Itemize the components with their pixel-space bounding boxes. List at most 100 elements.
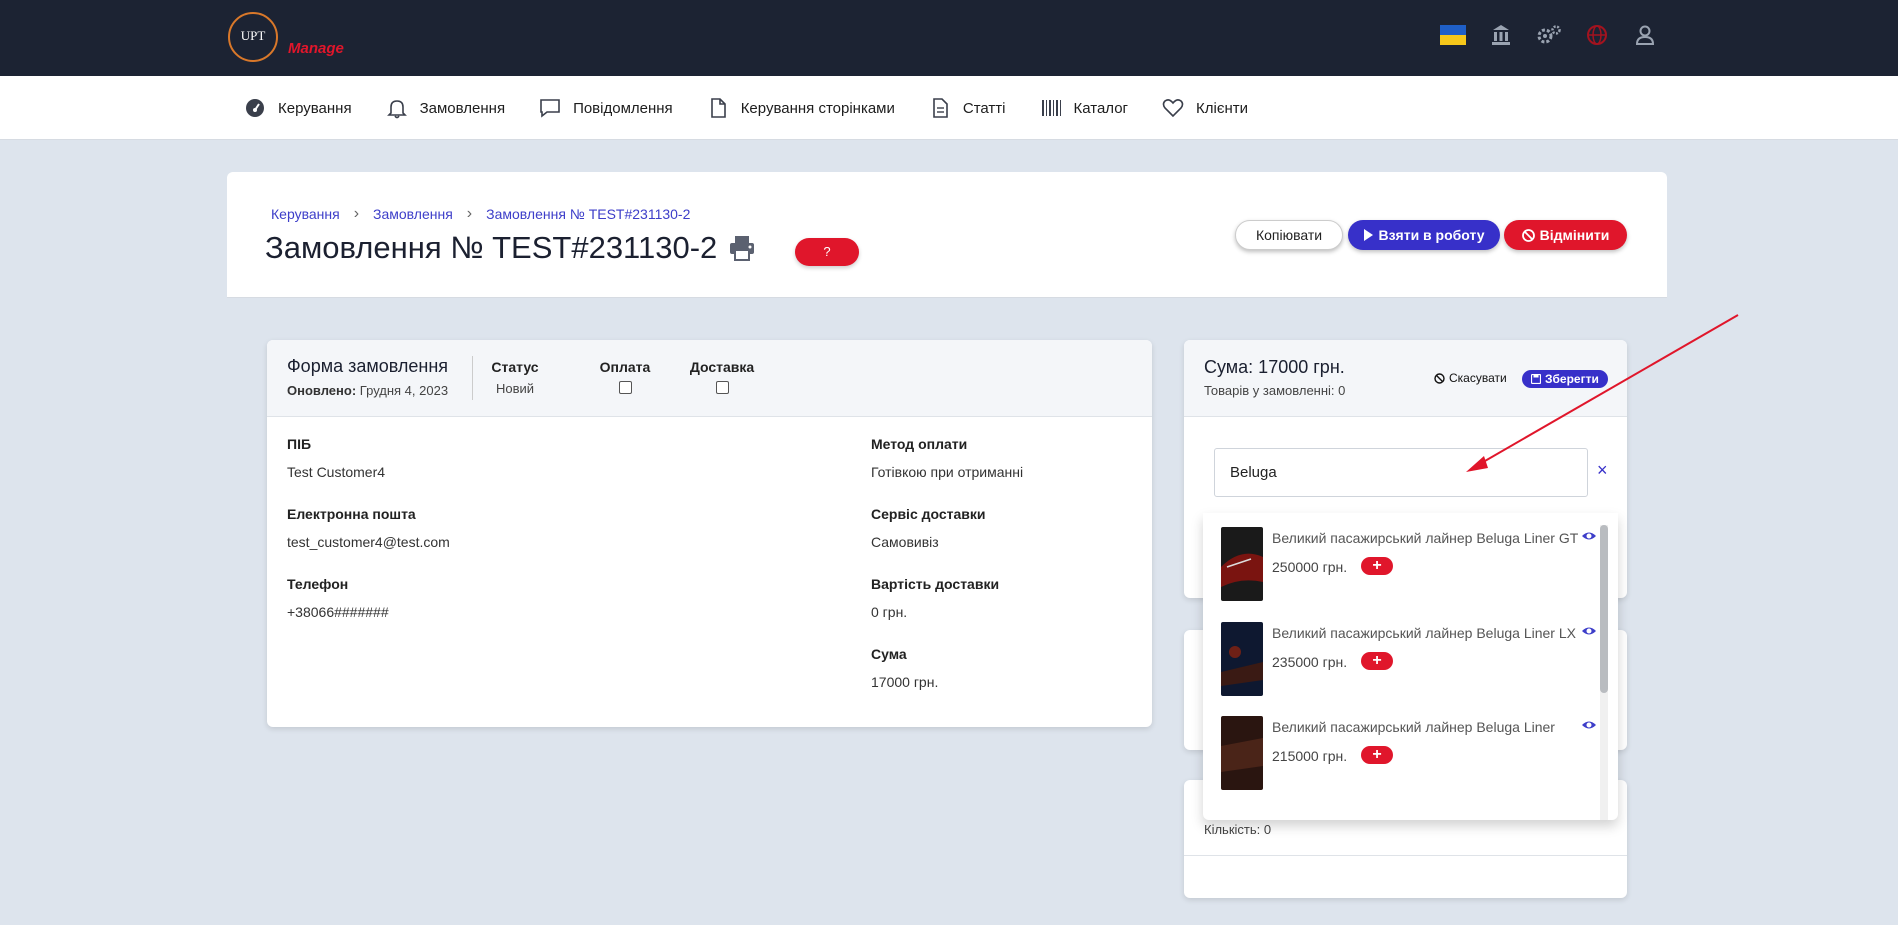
eye-icon[interactable]: [1581, 529, 1597, 543]
bell-icon: [386, 100, 407, 119]
field-value: 17000 грн.: [871, 674, 939, 690]
nav-item-messages[interactable]: Повідомлення: [539, 97, 673, 119]
product-price: 235000 грн.: [1272, 654, 1348, 670]
field-label: Електронна пошта: [287, 506, 416, 522]
nav-item-dashboard[interactable]: Керування: [244, 97, 352, 119]
logo-text: UPT: [240, 28, 266, 43]
search-result-item[interactable]: Великий пасажирський лайнер Beluga Liner…: [1221, 716, 1601, 792]
nav-label: Клієнти: [1196, 99, 1249, 117]
field-value: test_customer4@test.com: [287, 534, 450, 550]
field-value: Test Customer4: [287, 464, 386, 480]
product-thumbnail: [1221, 716, 1263, 790]
top-bar: UPT Manage: [0, 0, 1898, 76]
site-logo[interactable]: UPT: [228, 12, 278, 62]
nav-label: Замовлення: [419, 99, 506, 117]
nav-item-orders[interactable]: Замовлення: [386, 97, 505, 119]
search-result-item[interactable]: Великий пасажирський лайнер Beluga Liner…: [1221, 622, 1601, 698]
add-product-button[interactable]: +: [1361, 746, 1393, 764]
eye-icon[interactable]: [1581, 718, 1597, 732]
language-flag-icon[interactable]: [1440, 22, 1466, 48]
nav-label: Повідомлення: [573, 99, 673, 117]
order-summary-header: Сума: 17000 грн. Товарів у замовленні: 0…: [1184, 340, 1627, 417]
status-value[interactable]: Новий: [485, 381, 545, 396]
field-label: Сервіс доставки: [871, 506, 986, 522]
delivery-column: Доставка: [682, 359, 762, 394]
scrollbar-thumb[interactable]: [1600, 525, 1608, 693]
payment-label: Оплата: [599, 359, 651, 375]
search-result-item[interactable]: Великий пасажирський лайнер Beluga Liner…: [1221, 527, 1601, 603]
nav-item-clients[interactable]: Клієнти: [1162, 97, 1248, 119]
bank-icon[interactable]: [1488, 22, 1514, 48]
payment-column: Оплата: [595, 359, 655, 394]
order-form-card: Форма замовлення Оновлено: Грудня 4, 202…: [267, 340, 1152, 727]
field-pay-method: Метод оплати Готівкою при отриманні: [871, 436, 1023, 480]
add-product-button[interactable]: +: [1361, 557, 1393, 575]
cancel-order-button[interactable]: Відмінити: [1504, 220, 1627, 250]
breadcrumb-link[interactable]: Замовлення № TEST#231130-2: [486, 206, 690, 222]
order-form-header: Форма замовлення Оновлено: Грудня 4, 202…: [267, 340, 1152, 417]
summary-save-button[interactable]: Зберегти: [1522, 370, 1608, 388]
field-label: Сума: [871, 646, 907, 662]
globe-icon[interactable]: [1584, 22, 1610, 48]
copy-label: Копіювати: [1255, 227, 1323, 243]
nav-label: Керування сторінками: [740, 99, 895, 117]
status-column: Статус Новий: [485, 359, 545, 396]
summary-cancel-label: Скасувати: [1449, 371, 1507, 385]
page-title: Замовлення № TEST#231130-2: [265, 230, 757, 266]
save-icon: [1531, 374, 1541, 384]
chevron-right-icon: ›: [466, 205, 473, 222]
summary-cancel-button[interactable]: Скасувати: [1434, 371, 1507, 385]
field-fio: ПІБ Test Customer4: [287, 436, 385, 480]
barcode-icon: [1041, 100, 1061, 116]
breadcrumb-link[interactable]: Замовлення: [373, 206, 453, 222]
copy-button[interactable]: Копіювати: [1235, 220, 1343, 250]
field-delivery-cost: Вартість доставки 0 грн.: [871, 576, 999, 620]
print-icon[interactable]: [727, 233, 757, 263]
quantity-text: Кількість: 0: [1204, 822, 1272, 837]
add-product-button[interactable]: +: [1361, 652, 1393, 670]
nav-item-articles[interactable]: Статті: [929, 97, 1006, 119]
eye-icon[interactable]: [1581, 624, 1597, 638]
field-value: +38066#######: [287, 604, 389, 620]
payment-checkbox[interactable]: [618, 381, 632, 394]
play-icon: [1364, 229, 1374, 241]
logo-manage-label: Manage: [288, 40, 344, 57]
field-label: Вартість доставки: [871, 576, 1000, 592]
product-price: 250000 грн.: [1272, 559, 1348, 575]
cancel-order-label: Відмінити: [1539, 227, 1610, 243]
breadcrumb-link[interactable]: Керування: [271, 206, 340, 222]
search-results-dropdown: Великий пасажирський лайнер Beluga Liner…: [1203, 513, 1618, 820]
summary-title: Сума: 17000 грн.: [1204, 357, 1345, 377]
nav-item-pages[interactable]: Керування сторінками: [707, 97, 895, 119]
user-icon[interactable]: [1632, 22, 1658, 48]
form-updated: Оновлено: Грудня 4, 2023: [287, 383, 448, 398]
settings-icon[interactable]: [1536, 22, 1562, 48]
delivery-checkbox[interactable]: [715, 381, 729, 394]
nav-label: Керування: [278, 99, 352, 117]
status-label: Статус: [491, 359, 539, 375]
help-button[interactable]: ?: [795, 238, 859, 266]
take-to-work-label: Взяти в роботу: [1378, 227, 1485, 243]
updated-label: Оновлено:: [287, 383, 357, 398]
product-name: Великий пасажирський лайнер Beluga Liner…: [1272, 530, 1579, 546]
chevron-right-icon: ›: [353, 205, 360, 222]
summary-save-label: Зберегти: [1545, 372, 1599, 386]
top-icons: [1440, 22, 1658, 48]
field-sum: Сума 17000 грн.: [871, 646, 938, 690]
page-title-text: Замовлення № TEST#231130-2: [265, 230, 718, 265]
clear-search-icon[interactable]: ×: [1597, 460, 1608, 481]
field-phone: Телефон +38066#######: [287, 576, 389, 620]
product-search-input[interactable]: Beluga: [1214, 448, 1588, 497]
field-value: Готівкою при отриманні: [871, 464, 1024, 480]
field-email: Електронна пошта test_customer4@test.com: [287, 506, 450, 550]
divider: [1184, 855, 1627, 856]
take-to-work-button[interactable]: Взяти в роботу: [1348, 220, 1500, 250]
field-label: ПІБ: [287, 436, 312, 452]
nav-item-catalog[interactable]: Каталог: [1040, 97, 1128, 119]
product-price: 215000 грн.: [1272, 748, 1348, 764]
product-thumbnail: [1221, 622, 1263, 696]
main-nav: Керування Замовлення Повідомлення Керува…: [0, 76, 1898, 140]
field-value: 0 грн.: [871, 604, 908, 620]
delivery-label: Доставка: [689, 359, 755, 375]
summary-count: Товарів у замовленні: 0: [1204, 383, 1346, 398]
